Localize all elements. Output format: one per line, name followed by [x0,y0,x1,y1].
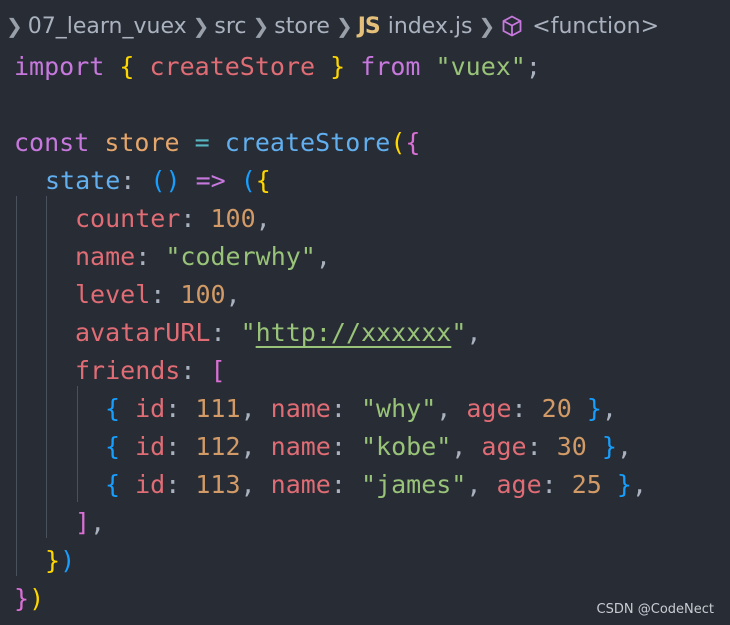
chevron-right-icon: ❯ [252,14,270,38]
breadcrumb-symbol-function[interactable]: <function> [532,14,659,39]
chevron-right-icon: ❯ [478,14,496,38]
breadcrumb-folder-src[interactable]: src [214,14,246,39]
indent-guide [77,386,78,502]
breadcrumb-file-index-js[interactable]: index.js [388,14,473,39]
code-line-9: friends: [ [75,356,226,385]
code-line-11: { id: 112, name: "kobe", age: 30 }, [105,432,632,461]
chevron-right-icon: ❯ [192,14,210,38]
code-line-8: avatarURL: "http://xxxxxx", [75,318,482,347]
watermark: CSDN @CodeNect [596,602,714,617]
chevron-right-icon: ❯ [335,14,353,38]
code-editor[interactable]: import { createStore } from "vuex"; cons… [0,48,730,625]
indent-guide [46,196,47,538]
cube-symbol-icon [500,14,524,38]
javascript-file-icon: JS [357,13,381,39]
code-line-15: }) [14,584,45,613]
code-line-7: level: 100, [75,280,241,309]
breadcrumb-folder-store[interactable]: store [274,14,330,39]
code-line-13: ], [75,508,106,537]
url-link[interactable]: http://xxxxxx [256,318,452,347]
code-line-1: import { createStore } from "vuex"; [14,52,541,81]
code-line-6: name: "coderwhy", [75,242,331,271]
code-line-14: }) [45,546,76,575]
breadcrumb-folder-07-learn-vuex[interactable]: 07_learn_vuex [28,14,187,39]
breadcrumb: ❯ 07_learn_vuex ❯ src ❯ store ❯ JS index… [0,0,730,52]
code-line-12: { id: 113, name: "james", age: 25 }, [105,470,648,499]
code-line-3: const store = createStore({ [14,128,421,157]
code-line-10: { id: 111, name: "why", age: 20 }, [105,394,617,423]
code-line-5: counter: 100, [75,204,271,233]
chevron-right-icon: ❯ [6,14,23,38]
indent-guide [16,196,17,576]
code-line-4: state: () => ({ [45,166,271,195]
